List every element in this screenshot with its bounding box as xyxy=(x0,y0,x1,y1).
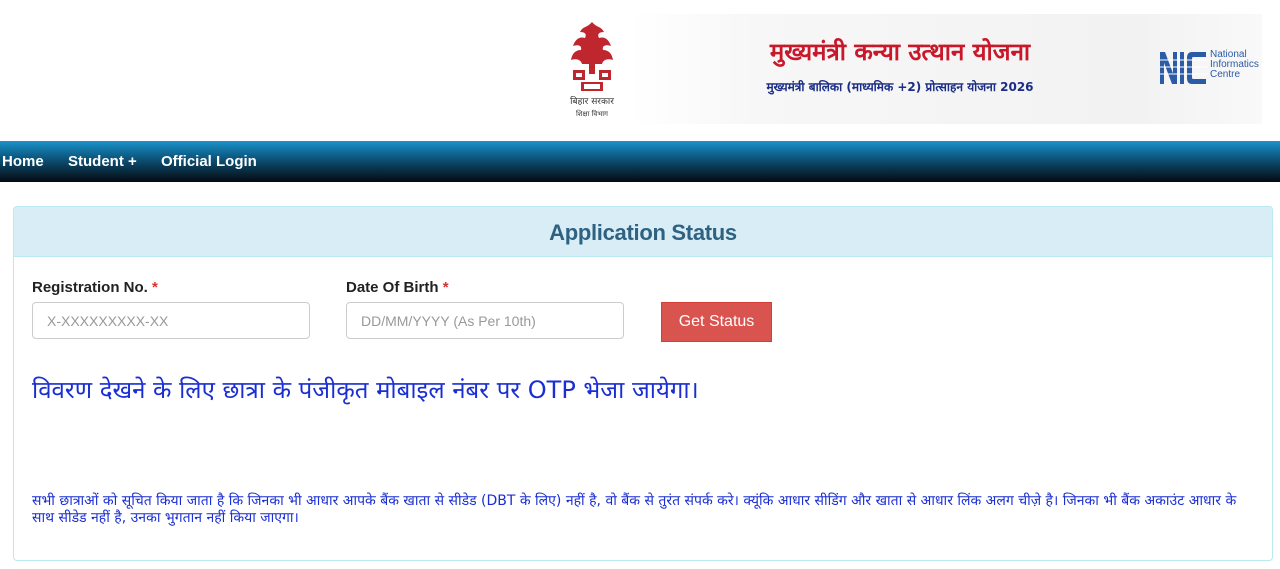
scheme-subtitle: मुख्यमंत्री बालिका (माध्यमिक +2) प्रोत्स… xyxy=(766,80,1034,94)
page-title: Application Status xyxy=(549,220,737,245)
application-status-panel: Application Status Registration No. * Da… xyxy=(13,206,1273,561)
dob-label-text: Date Of Birth xyxy=(346,279,439,296)
panel-heading: Application Status xyxy=(14,207,1272,257)
scheme-title: मुख्यमंत्री कन्या उत्थान योजना xyxy=(769,38,1031,66)
required-marker: * xyxy=(442,279,449,296)
emblem-caption-state: बिहार सरकार xyxy=(570,97,614,107)
site-header: बिहार सरकार शिक्षा विभाग मुख्यमंत्री कन्… xyxy=(0,0,1280,141)
otp-notice: विवरण देखने के लिए छात्रा के पंजीकृत मोब… xyxy=(32,376,699,404)
nav-student-menu[interactable]: Student + xyxy=(68,141,137,182)
get-status-button[interactable]: Get Status xyxy=(661,302,772,342)
registration-input[interactable] xyxy=(32,302,310,339)
dob-input[interactable] xyxy=(346,302,624,339)
emblem-caption: बिहार सरकार शिक्षा विभाग xyxy=(558,96,626,120)
emblem-caption-dept: शिक्षा विभाग xyxy=(575,110,608,118)
nav-official-login[interactable]: Official Login xyxy=(161,141,257,182)
required-marker: * xyxy=(152,279,158,296)
registration-label: Registration No. * xyxy=(32,279,158,296)
nav-home[interactable]: Home xyxy=(2,141,44,182)
dob-label: Date Of Birth * xyxy=(346,279,449,296)
nic-logo-text: National Informatics Centre xyxy=(1210,50,1259,80)
nic-logo: National Informatics Centre xyxy=(1160,50,1260,86)
dbt-notice: सभी छात्राओं को सूचित किया जाता है कि जि… xyxy=(32,493,1237,526)
main-navbar: Home Student + Official Login xyxy=(0,141,1280,182)
nic-line-3: Centre xyxy=(1210,69,1241,80)
registration-label-text: Registration No. xyxy=(32,279,148,296)
nic-logo-icon xyxy=(1160,52,1208,84)
